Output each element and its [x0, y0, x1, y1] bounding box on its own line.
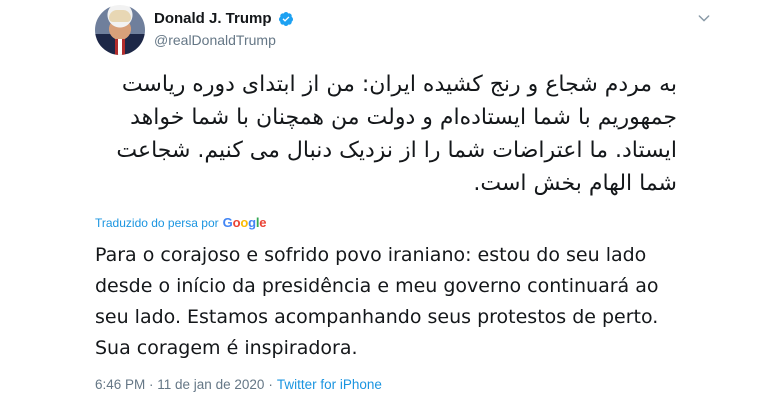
verified-badge-icon [278, 12, 293, 26]
translation-attribution[interactable]: Traduzido do persa por Google [95, 216, 267, 231]
translated-by-label: Traduzido do persa por [95, 216, 219, 230]
google-letter-o2: o [240, 215, 249, 230]
google-letter-e: e [259, 215, 267, 230]
google-logo: Google [223, 216, 267, 230]
author-name[interactable]: Donald J. Trump [154, 10, 272, 28]
tweet-original-text: به مردم شجاع و رنج کشیده ایران: من از اب… [109, 72, 677, 196]
chevron-down-icon[interactable] [696, 10, 712, 26]
meta-separator: · [268, 377, 273, 392]
author-handle[interactable]: @realDonaldTrump [154, 31, 276, 49]
tweet-source-link[interactable]: Twitter for iPhone [277, 376, 382, 394]
tweet-translation-text: Para o corajoso e sofrido povo iraniano:… [95, 244, 659, 359]
tweet-meta: 6:46 PM · 11 de jan de 2020 · Twitter fo… [95, 376, 382, 394]
tweet-card: Donald J. Trump @realDonaldTrump به مردم… [0, 0, 768, 401]
tweet-timestamp[interactable]: 6:46 PM · 11 de jan de 2020 [95, 376, 264, 394]
google-letter-g: G [222, 215, 233, 230]
author-row: Donald J. Trump [154, 10, 294, 28]
avatar[interactable] [95, 5, 145, 55]
google-letter-g2: g [248, 215, 256, 230]
